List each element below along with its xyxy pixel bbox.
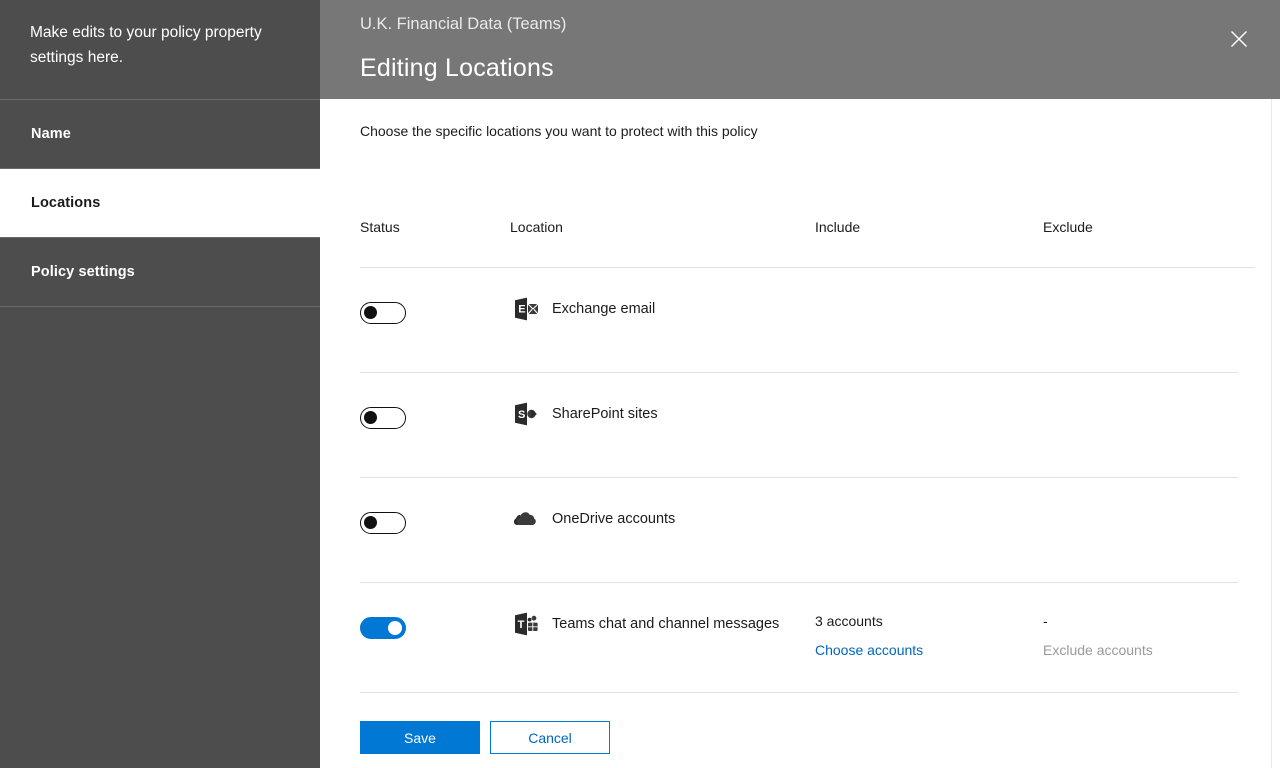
sidebar-item-label: Policy settings xyxy=(31,264,135,280)
sidebar-intro-panel: Make edits to your policy property setti… xyxy=(0,0,320,99)
location-label: SharePoint sites xyxy=(552,406,658,422)
exclude-value xyxy=(1043,298,1253,317)
svg-text:T: T xyxy=(518,619,525,631)
teams-icon: T xyxy=(510,609,540,639)
exclude-value xyxy=(1043,508,1253,527)
sidebar-item-policy-settings[interactable]: Policy settings xyxy=(0,238,320,306)
table-row: S SharePoint sites xyxy=(320,373,1280,478)
exclude-cell xyxy=(1043,298,1253,317)
include-value xyxy=(815,403,1025,422)
column-header-status: Status xyxy=(360,219,400,235)
table-row: E Exchange email xyxy=(320,268,1280,373)
page-title: Editing Locations xyxy=(360,54,554,82)
cancel-button[interactable]: Cancel xyxy=(490,721,610,754)
include-value xyxy=(815,298,1025,317)
sidebar-item-label: Locations xyxy=(31,195,101,211)
include-value xyxy=(815,508,1025,527)
choose-accounts-link[interactable]: Choose accounts xyxy=(815,642,1025,658)
main-content: Choose the specific locations you want t… xyxy=(320,99,1280,768)
include-cell xyxy=(815,403,1025,422)
location-cell: OneDrive accounts xyxy=(510,504,675,534)
svg-text:S: S xyxy=(518,409,525,421)
page-description: Choose the specific locations you want t… xyxy=(360,123,758,139)
location-cell: E Exchange email xyxy=(510,294,655,324)
exclude-cell xyxy=(1043,403,1253,422)
sidebar-intro-text: Make edits to your policy property setti… xyxy=(30,24,262,66)
close-icon xyxy=(1230,30,1248,48)
include-cell xyxy=(815,298,1025,317)
cancel-button-label: Cancel xyxy=(528,729,572,746)
column-header-location: Location xyxy=(510,219,563,235)
column-header-include: Include xyxy=(815,219,861,235)
location-label: Exchange email xyxy=(552,301,656,317)
status-toggle-sharepoint[interactable] xyxy=(360,407,406,429)
toggle-knob xyxy=(364,516,377,529)
exclude-value: - xyxy=(1043,613,1048,629)
exchange-icon: E xyxy=(510,294,540,324)
save-button-label: Save xyxy=(404,729,436,746)
toggle-knob xyxy=(364,411,377,424)
exclude-cell xyxy=(1043,508,1253,527)
location-cell: S SharePoint sites xyxy=(510,399,658,429)
status-toggle-exchange[interactable] xyxy=(360,302,406,324)
status-toggle-teams[interactable] xyxy=(360,617,406,639)
table-footer-divider xyxy=(360,692,1238,693)
onedrive-icon xyxy=(510,504,540,534)
sidebar-item-locations[interactable]: Locations xyxy=(0,169,320,237)
toggle-knob xyxy=(364,306,377,319)
location-label: OneDrive accounts xyxy=(552,511,676,527)
location-label: Teams chat and channel messages xyxy=(552,616,780,632)
exclude-value xyxy=(1043,403,1253,422)
exclude-cell: - Exclude accounts xyxy=(1043,613,1253,658)
sidebar-empty-area xyxy=(0,307,320,768)
table-row: OneDrive accounts xyxy=(320,478,1280,583)
sidebar-item-name[interactable]: Name xyxy=(0,100,320,168)
include-value: 3 accounts xyxy=(815,613,883,629)
header-subtitle: U.K. Financial Data (Teams) xyxy=(360,15,567,33)
sidebar-item-label: Name xyxy=(31,126,71,142)
toggle-knob xyxy=(388,620,402,635)
sidebar: Make edits to your policy property setti… xyxy=(0,0,320,768)
table-row: T Teams chat and channel messages 3 acco… xyxy=(320,583,1280,688)
close-button[interactable] xyxy=(1224,24,1254,54)
exclude-accounts-link[interactable]: Exclude accounts xyxy=(1043,642,1253,658)
sharepoint-icon: S xyxy=(510,399,540,429)
location-cell: T Teams chat and channel messages xyxy=(510,609,779,639)
policy-editor-dialog: Make edits to your policy property setti… xyxy=(0,0,1280,768)
save-button[interactable]: Save xyxy=(360,721,480,754)
status-toggle-onedrive[interactable] xyxy=(360,512,406,534)
dialog-header: U.K. Financial Data (Teams) Editing Loca… xyxy=(320,0,1280,99)
column-header-exclude: Exclude xyxy=(1043,219,1093,235)
svg-text:E: E xyxy=(518,304,525,316)
include-cell xyxy=(815,508,1025,527)
include-cell: 3 accounts Choose accounts xyxy=(815,613,1025,658)
